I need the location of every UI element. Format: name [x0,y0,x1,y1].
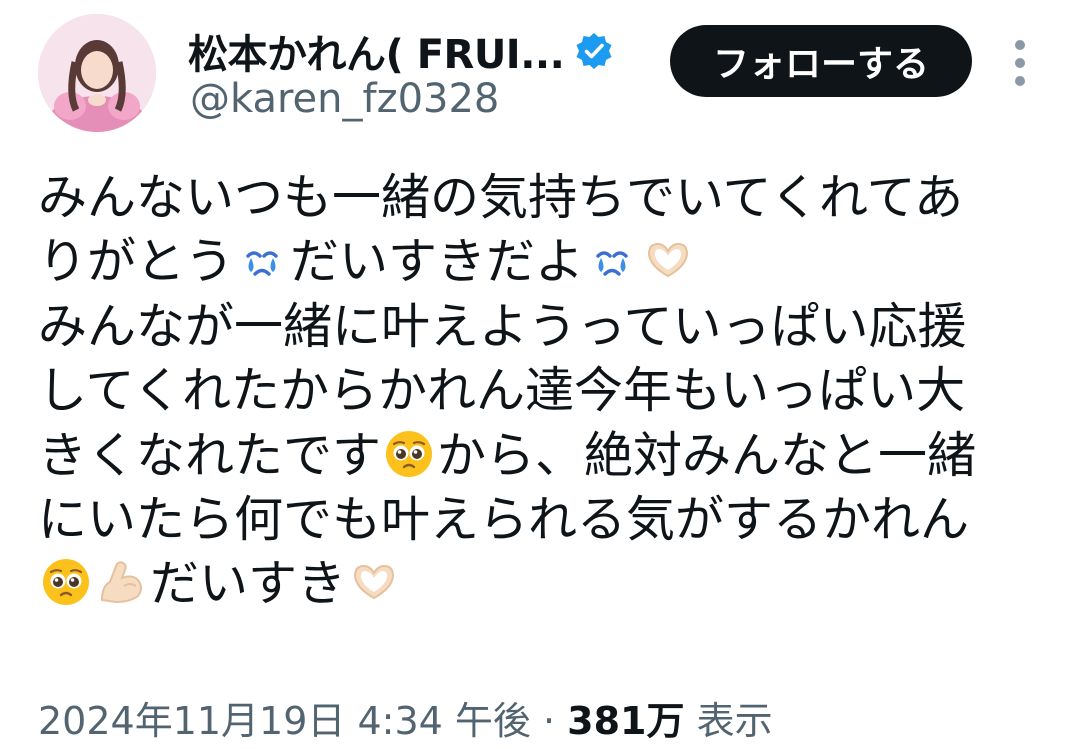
tweet-text-line: だいすき [38,552,1048,616]
tweet-text-fragment: だいすきだよ [290,233,585,291]
avatar[interactable] [38,14,156,132]
handle[interactable]: @karen_fz0328 [190,76,499,122]
timestamp[interactable]: 2024年11月19日 4:34 午後 · [38,699,567,743]
tweet-text-fragment: きくなれたです [38,426,382,484]
views-label: 表示 [684,699,773,743]
tweet-text-line: にいたら何でも叶えられる気がするかれん [38,490,970,548]
display-name[interactable]: 松本かれん( FRUI... [188,22,565,80]
follow-button[interactable]: フォローする [670,25,972,97]
tweet-text-fragment: から、絶対みんなと一緒 [437,426,977,484]
pleading-face-emoji [40,556,92,608]
tweet-text-line: してくれたからかれん達今年もいっぱい大 [38,362,966,420]
tweet-meta: 2024年11月19日 4:34 午後 · 381万 表示 [38,690,773,745]
crying-emoji [236,234,288,286]
tweet-text-line: みんないつも一緒の気持ちでいてくれてあ [38,169,964,226]
pleading-face-emoji [383,428,435,480]
verified-badge-icon [574,31,614,71]
display-name-row: 松本かれん( FRUI... [188,22,614,80]
tweet-text-fragment: だいすき [150,555,347,613]
tweet-text-line: りがとう だいすきだよ [38,230,1048,294]
tweet-text: みんないつも一緒の気持ちでいてくれてあ りがとう だいすきだよ みんなが一緒に叶… [38,166,1048,617]
tweet-text-line: きくなれたです から、絶対みんなと一緒 [38,424,1048,488]
more-options-icon[interactable] [1006,40,1034,86]
crying-emoji [586,234,638,286]
flexed-biceps-emoji [96,556,148,608]
heart-hands-emoji [348,556,400,608]
tweet-text-fragment: りがとう [38,233,235,291]
heart-hands-emoji [642,234,694,286]
views-count: 381万 [567,699,685,743]
tweet-text-line: みんなが一緒に叶えようっていっぱい応援 [38,297,967,355]
tweet: 松本かれん( FRUI... @karen_fz0328 フォローする みんない… [0,0,1080,749]
